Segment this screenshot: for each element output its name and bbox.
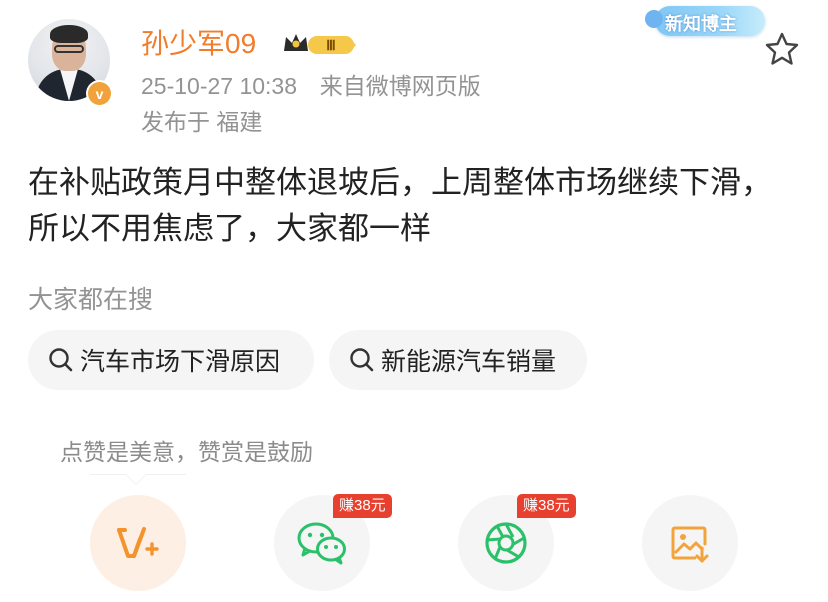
support-tip: 点赞是美意，赞赏是鼓励 (60, 439, 313, 465)
favorite-button[interactable] (763, 31, 801, 67)
wechat-icon (297, 522, 346, 565)
post-source: 来自微博网页版 (319, 73, 481, 99)
earn-badge: 赚38元 (333, 494, 392, 518)
avatar-hair (50, 25, 88, 43)
search-chip[interactable]: 汽车市场下滑原因 (28, 330, 314, 390)
avatar-glasses (54, 45, 84, 53)
post-timestamp: 25-10-27 10:38 (141, 73, 298, 99)
rank-badge[interactable]: Ⅲ (282, 31, 358, 57)
new-blogger-badge[interactable]: 新知博主 (645, 2, 773, 40)
search-chip-label: 新能源汽车销量 (381, 348, 557, 376)
save-image-button[interactable] (642, 495, 738, 591)
sparkle-icon (645, 10, 663, 28)
search-icon (350, 348, 374, 372)
save-image-icon (671, 526, 709, 563)
crown-icon: Ⅲ (284, 34, 356, 54)
star-icon (765, 32, 799, 65)
search-icon (49, 348, 73, 372)
vplus-button[interactable] (90, 495, 186, 591)
trending-search-title: 大家都在搜 (28, 286, 154, 314)
post-location: 发布于 福建 (141, 109, 263, 135)
rank-label: Ⅲ (326, 39, 336, 54)
search-chip[interactable]: 新能源汽车销量 (329, 330, 587, 390)
verified-badge: v (86, 80, 113, 107)
search-chip-label: 汽车市场下滑原因 (80, 348, 281, 376)
username[interactable]: 孙少军09 (141, 27, 256, 61)
verified-icon: v (88, 82, 111, 105)
vplus-icon (117, 527, 159, 558)
new-badge-label: 新知博主 (665, 14, 737, 34)
moments-icon (485, 522, 527, 564)
post-text: 在补贴政策月中整体退坡后，上周整体市场继续下滑，所以不用焦虑了，大家都一样 (28, 165, 772, 246)
tip-arrow (126, 474, 146, 484)
earn-badge: 赚38元 (517, 494, 576, 518)
post-meta: 25-10-27 10:38 来自微博网页版 (141, 72, 481, 100)
